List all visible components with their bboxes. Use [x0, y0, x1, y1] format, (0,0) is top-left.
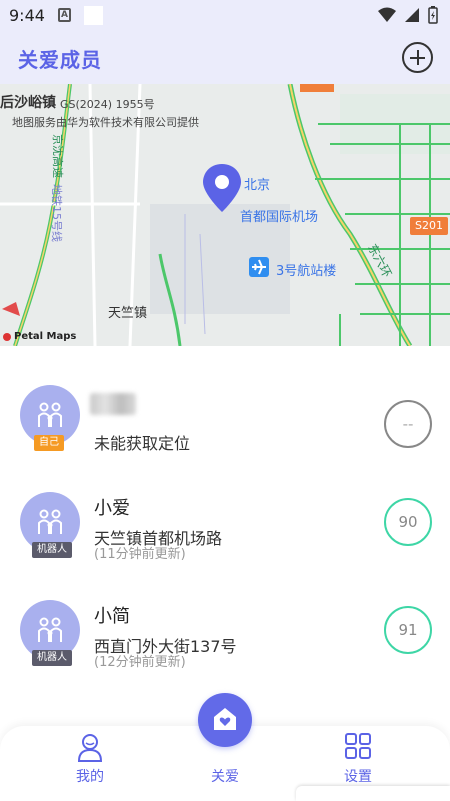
member-card-self[interactable]: 自己 未能获取定位 -- [0, 356, 450, 464]
member-location: 未能获取定位 [94, 434, 191, 453]
map-terminal-label: 3号航站楼 [276, 264, 337, 279]
nav-tab-care[interactable] [198, 693, 252, 747]
map-provider-text: 地图服务由华为软件技术有限公司提供 [12, 116, 199, 129]
health-score-badge[interactable]: 90 [384, 498, 432, 546]
map-road-jingshun: 京沈高速 [51, 134, 64, 178]
signal-icon [405, 8, 419, 22]
map-rail-label: 地铁15号线 [50, 184, 63, 242]
family-icon [38, 509, 62, 534]
home-heart-icon [214, 708, 236, 730]
member-card-xiaoai[interactable]: 机器人 小爱 天竺镇首都机场路 (11分钟前更新) 90 [0, 464, 450, 572]
notification-blank-icon [84, 6, 103, 25]
member-update-time: (12分钟前更新) [94, 655, 186, 670]
nav-tab-settings[interactable]: 设置 [313, 726, 403, 788]
robot-tag: 机器人 [32, 542, 72, 558]
avatar: 机器人 [20, 492, 80, 558]
petal-maps-logo: Petal Maps [14, 331, 77, 342]
status-bar: 9:44 A [0, 0, 450, 32]
notification-a-icon: A [58, 8, 71, 22]
status-time: 9:44 [9, 6, 45, 25]
robot-tag: 机器人 [32, 650, 72, 666]
grid-icon [345, 733, 371, 759]
member-update-time: (11分钟前更新) [94, 547, 186, 562]
battery-icon [428, 6, 438, 24]
health-score-badge[interactable]: 91 [384, 606, 432, 654]
nav-label-care: 关爱 [211, 769, 239, 785]
map-town-bottom: 天竺镇 [108, 306, 148, 321]
nav-label-mine: 我的 [76, 769, 104, 785]
nav-label-settings: 设置 [344, 769, 372, 785]
wifi-icon [378, 7, 396, 22]
map-approval-number: GS(2024) 1955号 [60, 98, 155, 111]
page-title: 关爱成员 [18, 48, 102, 72]
avatar: 自己 [20, 385, 80, 451]
status-icons [378, 6, 438, 24]
map-label-town-top: 后沙峪镇 [0, 95, 56, 111]
member-name-redacted [90, 393, 136, 415]
map-place-line2: 首都国际机场 [240, 210, 319, 225]
add-member-button[interactable] [402, 42, 433, 73]
airplane-icon [249, 257, 269, 277]
member-name: 小爱 [94, 498, 130, 519]
family-icon [38, 617, 62, 642]
map-view[interactable]: 后沙峪镇 GS(2024) 1955号 地图服务由华为软件技术有限公司提供 北京… [0, 84, 450, 346]
member-card-xiaojian[interactable]: 机器人 小简 西直门外大街137号 (12分钟前更新) 91 [0, 572, 450, 680]
nav-tab-mine[interactable]: 我的 [45, 726, 135, 788]
map-road-s201: S201 [415, 219, 443, 232]
map-place-line1: 北京 [244, 178, 271, 193]
map-pin-icon[interactable] [203, 164, 241, 212]
user-icon [77, 734, 103, 762]
health-score-badge[interactable]: -- [384, 400, 432, 448]
input-method-toolbar [296, 786, 450, 801]
member-name: 小简 [94, 606, 130, 627]
self-tag: 自己 [34, 435, 64, 451]
family-icon [38, 402, 62, 427]
app-header: 关爱成员 [0, 32, 450, 84]
avatar: 机器人 [20, 600, 80, 666]
